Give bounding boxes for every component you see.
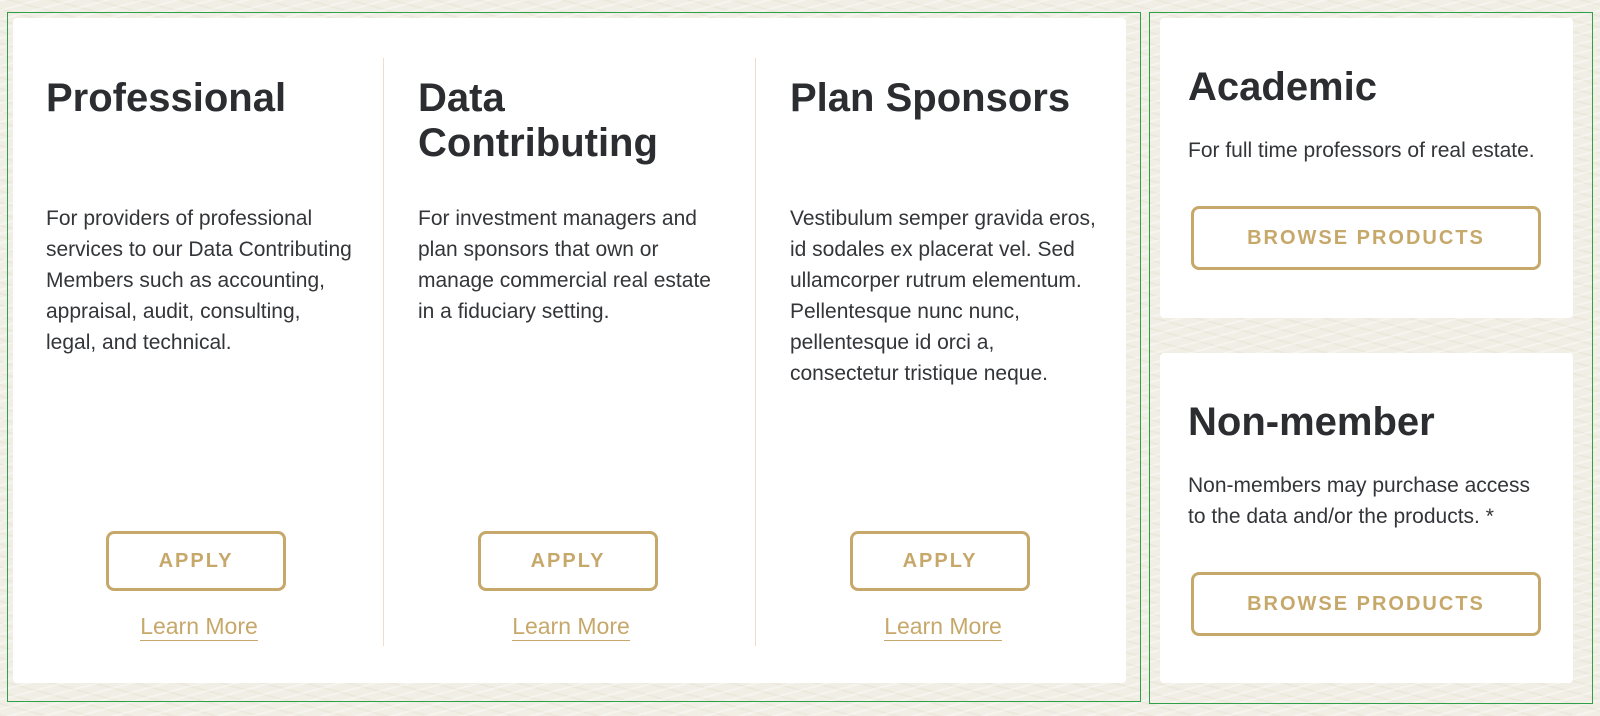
learn-more-link[interactable]: Learn More (140, 613, 258, 641)
apply-button[interactable]: APPLY (850, 531, 1030, 591)
column-description: For providers of professional services t… (46, 207, 352, 354)
column-divider (383, 58, 384, 646)
membership-column-plan-sponsors: Plan Sponsors Vestibulum semper gravida … (757, 58, 1129, 646)
learn-more-wrapper: Learn More (757, 613, 1129, 641)
browse-products-button[interactable]: BROWSE PRODUCTS (1191, 206, 1541, 270)
column-divider (755, 58, 756, 646)
academic-card: Academic For full time professors of rea… (1160, 18, 1573, 318)
column-title: Professional (46, 76, 287, 120)
learn-more-wrapper: Learn More (13, 613, 385, 641)
learn-more-wrapper: Learn More (385, 613, 757, 641)
learn-more-link[interactable]: Learn More (884, 613, 1002, 641)
browse-products-button[interactable]: BROWSE PRODUCTS (1191, 572, 1541, 636)
card-description: Non-members may purchase access to the d… (1188, 474, 1530, 528)
apply-button[interactable]: APPLY (478, 531, 658, 591)
column-description: Vestibulum semper gravida eros, id sodal… (790, 207, 1096, 385)
learn-more-link[interactable]: Learn More (512, 613, 630, 641)
column-title: Data Contributing (418, 76, 658, 165)
card-title: Academic (1188, 65, 1377, 109)
card-description: For full time professors of real estate. (1188, 139, 1535, 162)
card-title: Non-member (1188, 400, 1435, 444)
membership-columns-card: Professional For providers of profession… (13, 18, 1126, 683)
column-title: Plan Sponsors (790, 76, 1071, 120)
column-description: For investment managers and plan sponsor… (418, 207, 711, 323)
apply-button[interactable]: APPLY (106, 531, 286, 591)
membership-column-professional: Professional For providers of profession… (13, 58, 385, 646)
membership-column-data-contributing: Data Contributing For investment manager… (385, 58, 757, 646)
non-member-card: Non-member Non-members may purchase acce… (1160, 353, 1573, 683)
